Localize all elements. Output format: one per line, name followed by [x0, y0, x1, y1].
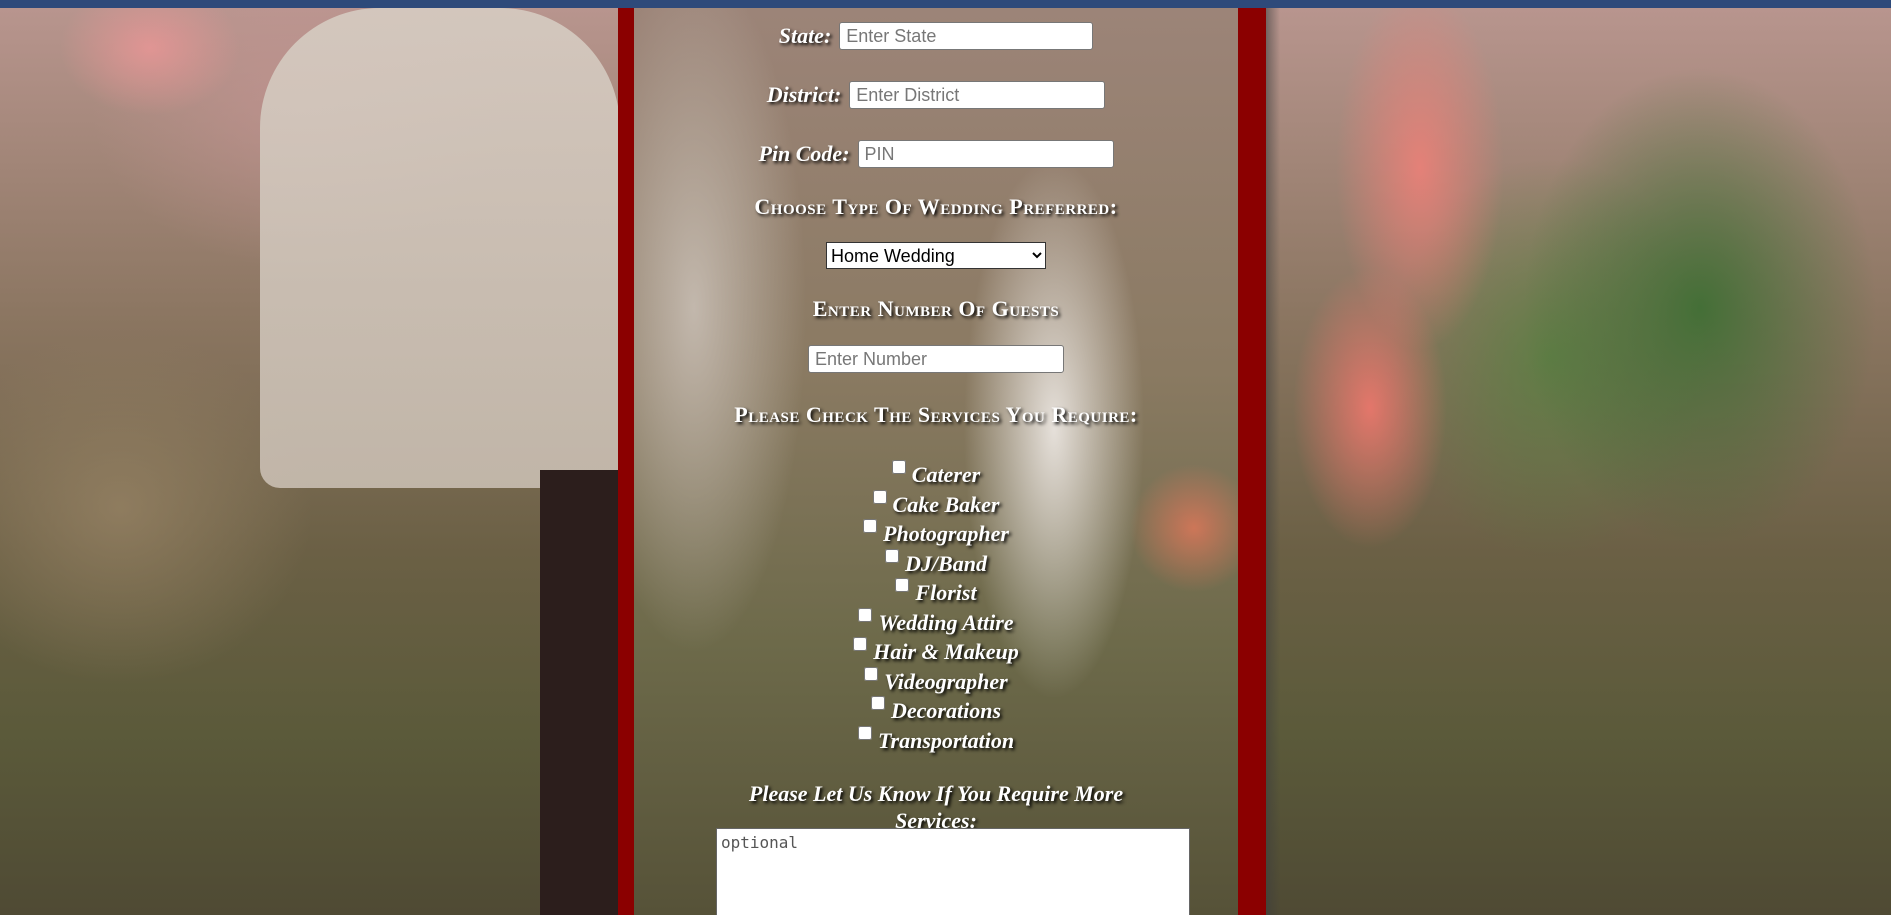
wedding-form: State: District: Pin Code: Choose Type O… [634, 8, 1238, 915]
service-caterer[interactable]: Caterer [891, 460, 981, 490]
more-services-heading: Please Let Us Know If You Require More S… [634, 780, 1238, 834]
background-groom-figure [260, 8, 620, 488]
service-checkbox[interactable] [857, 725, 872, 740]
district-row: District: [634, 81, 1238, 109]
browser-top-bar [0, 0, 1891, 8]
service-checkbox[interactable] [895, 578, 910, 592]
service-wedding-attire[interactable]: Wedding Attire [858, 607, 1014, 638]
service-label: Transportation [877, 727, 1015, 753]
service-checkbox[interactable] [864, 666, 879, 681]
state-label: State: [778, 23, 832, 48]
service-checkbox[interactable] [872, 489, 887, 504]
service-transportation[interactable]: Transportation [857, 725, 1015, 756]
service-videographer[interactable]: Videographer [864, 666, 1008, 697]
service-label: Caterer [911, 462, 981, 487]
wedding-type-heading: Choose Type Of Wedding Preferred: [754, 194, 1118, 219]
wedding-type-row: Choose Type Of Wedding Preferred: [634, 194, 1238, 220]
service-hair-makeup[interactable]: Hair & Makeup [853, 637, 1019, 667]
more-services-line1: Please Let Us Know If You Require More [748, 781, 1124, 806]
service-checkbox[interactable] [871, 696, 885, 710]
pin-label: Pin Code: [758, 141, 850, 166]
service-label: Hair & Makeup [873, 639, 1019, 664]
services-heading-row: Please Check The Services You Require: [634, 402, 1238, 428]
service-decorations[interactable]: Decorations [871, 696, 1001, 726]
state-row: State: [634, 22, 1238, 50]
service-label: Wedding Attire [878, 609, 1014, 635]
wedding-type-select-row: Home Wedding [634, 242, 1238, 269]
services-list: Caterer Cake Baker Photographer DJ/Band … [634, 460, 1238, 755]
service-checkbox[interactable] [853, 637, 868, 651]
service-label: Cake Baker [892, 491, 1000, 517]
service-label: Photographer [883, 521, 1009, 546]
wedding-type-select[interactable]: Home Wedding [826, 242, 1046, 269]
services-heading: Please Check The Services You Require: [734, 402, 1138, 427]
service-checkbox[interactable] [891, 460, 906, 474]
district-label: District: [766, 82, 842, 107]
service-label: Videographer [884, 668, 1008, 694]
form-panel: State: District: Pin Code: Choose Type O… [618, 8, 1266, 915]
service-checkbox[interactable] [863, 519, 878, 533]
panel-shadow [1266, 8, 1280, 915]
service-cake-baker[interactable]: Cake Baker [872, 489, 1000, 520]
service-label: Decorations [891, 698, 1001, 723]
service-label: DJ/Band [905, 550, 987, 576]
form-panel-photo: State: District: Pin Code: Choose Type O… [634, 8, 1238, 915]
guests-heading-row: Enter Number Of Guests [634, 296, 1238, 322]
service-florist[interactable]: Florist [895, 578, 977, 608]
pin-input[interactable] [857, 140, 1114, 168]
guests-heading: Enter Number Of Guests [812, 296, 1060, 321]
more-services-textarea[interactable] [716, 828, 1190, 915]
service-label: Florist [915, 580, 977, 605]
guests-input[interactable] [808, 345, 1064, 373]
district-input[interactable] [849, 81, 1106, 109]
service-checkbox[interactable] [885, 548, 900, 563]
service-dj-band[interactable]: DJ/Band [885, 548, 987, 579]
pin-row: Pin Code: [634, 140, 1238, 168]
guests-input-row [634, 345, 1238, 373]
background-groom-legs [540, 470, 630, 915]
service-checkbox[interactable] [858, 607, 873, 622]
state-input[interactable] [839, 22, 1094, 50]
service-photographer[interactable]: Photographer [863, 519, 1009, 549]
